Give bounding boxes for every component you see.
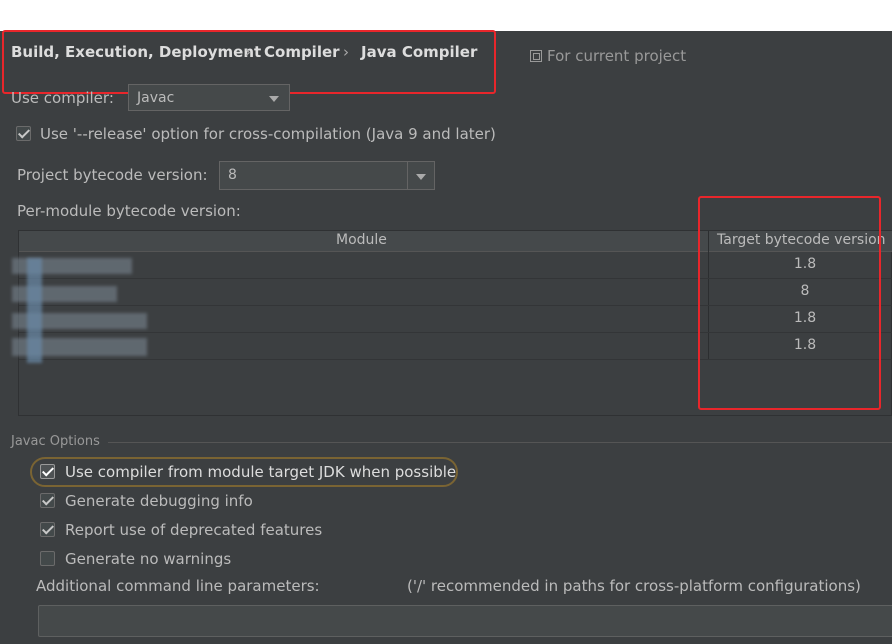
project-bytecode-label: Project bytecode version: [17,166,208,184]
report-deprecated-label: Report use of deprecated features [65,521,323,539]
scope-label: For current project [547,47,687,65]
release-option-label: Use '--release' option for cross-compila… [40,125,496,143]
use-compiler-label: Use compiler: [11,89,114,107]
use-module-jdk-label: Use compiler from module target JDK when… [65,463,457,481]
chevron-down-icon[interactable] [407,162,434,189]
compiler-select-value: Javac [137,90,175,106]
per-module-label: Per-module bytecode version: [17,202,241,220]
screenshot-top-margin [0,0,892,31]
scope-indicator: For current project [530,47,686,65]
no-warnings-label: Generate no warnings [65,550,232,568]
release-option-checkbox[interactable] [16,126,31,141]
redacted-module-icon [27,258,42,363]
report-deprecated-checkbox[interactable] [40,522,55,537]
use-module-jdk-checkbox[interactable] [40,464,55,479]
additional-params-hint: ('/' recommended in paths for cross-plat… [407,577,861,595]
target-column-highlight-box [698,196,881,410]
additional-params-label: Additional command line parameters: [36,577,320,595]
generate-debug-info-label: Generate debugging info [65,492,253,510]
project-bytecode-select[interactable]: 8 [219,161,435,190]
chevron-down-icon [269,96,279,102]
additional-params-input[interactable] [38,605,892,637]
compiler-select[interactable]: Javac [128,84,290,111]
no-warnings-checkbox[interactable] [40,551,55,566]
javac-options-title: Javac Options [11,434,100,449]
project-scope-icon [530,50,542,62]
generate-debug-info-checkbox[interactable] [40,493,55,508]
project-bytecode-value: 8 [228,167,237,183]
column-header-module[interactable]: Module [336,232,387,248]
section-divider [108,442,892,443]
